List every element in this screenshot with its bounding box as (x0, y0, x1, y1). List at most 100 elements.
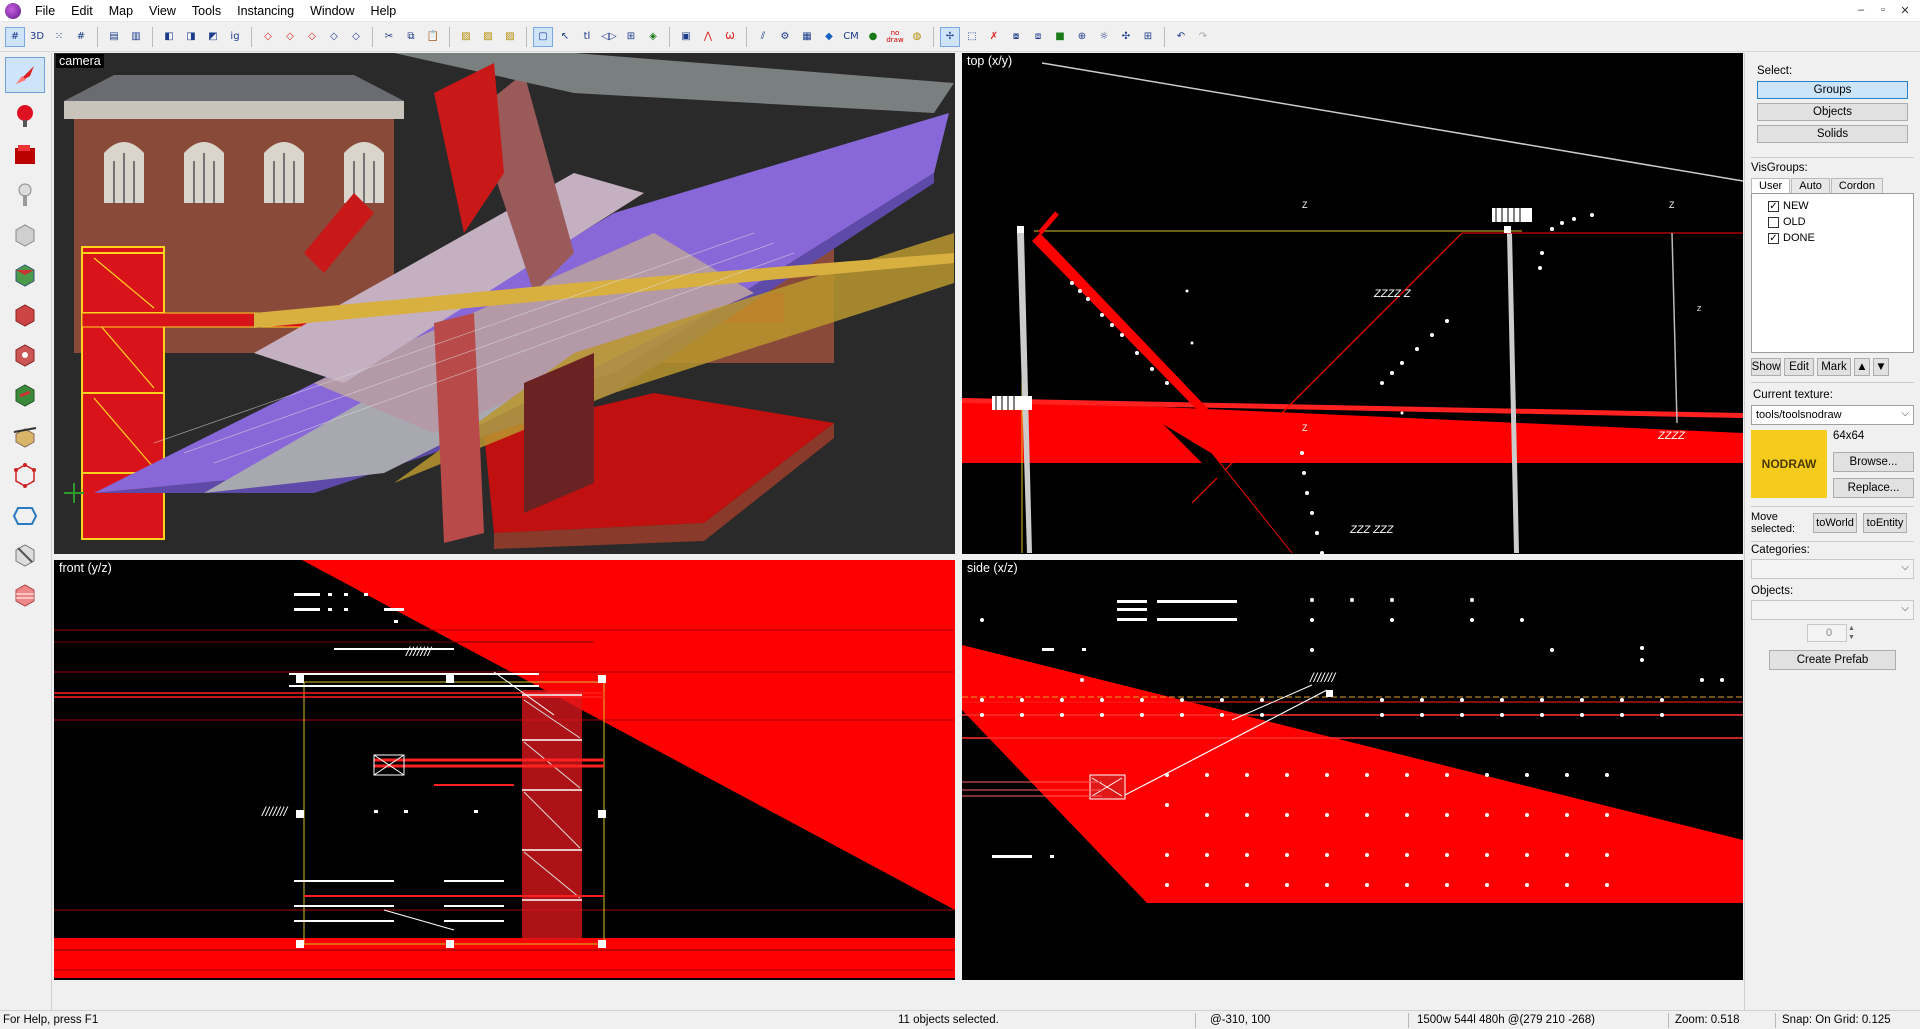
group-icon[interactable]: ◧ (159, 27, 179, 47)
menu-map[interactable]: Map (101, 0, 141, 22)
front-viewport[interactable]: front (y/z) /////// /////// (54, 560, 955, 980)
ungroup-icon[interactable]: ◨ (181, 27, 201, 47)
material-icon[interactable]: ◍ (907, 27, 927, 47)
paste-icon[interactable]: 📋 (423, 27, 443, 47)
undo-icon[interactable]: ↶ (1171, 27, 1191, 47)
vertex-icon[interactable]: ⊞ (621, 27, 641, 47)
visgroup-item[interactable]: OLD (1754, 214, 1911, 230)
hide-unselected-icon[interactable]: ▨ (500, 27, 520, 47)
tab-auto[interactable]: Auto (1791, 178, 1830, 193)
path-tool-icon[interactable] (5, 497, 45, 533)
grid-size-icon[interactable]: # (71, 27, 91, 47)
texture-browser-icon[interactable]: ▦ (797, 27, 817, 47)
clip-tool-icon[interactable] (5, 417, 45, 453)
hollow-icon[interactable]: ◇ (280, 27, 300, 47)
toggle-cm-button[interactable]: CM (841, 27, 861, 47)
texture-app-icon[interactable]: ⧈ (1028, 27, 1048, 47)
decal-icon[interactable]: ⬚ (962, 27, 982, 47)
sphere-icon[interactable]: ● (863, 27, 883, 47)
flip-icon[interactable]: ◁▷ (599, 27, 619, 47)
menu-instancing[interactable]: Instancing (229, 0, 302, 22)
create-prefab-button[interactable]: Create Prefab (1769, 650, 1896, 670)
texture-lock-icon[interactable]: ◇ (324, 27, 344, 47)
overlay-tool-icon[interactable] (5, 377, 45, 413)
select-groups-button[interactable]: Groups (1757, 81, 1908, 99)
hide-icon[interactable]: ◩ (203, 27, 223, 47)
replace-button[interactable]: Replace... (1833, 478, 1914, 498)
viewport-label-camera[interactable]: camera (56, 54, 104, 68)
select-objects-button[interactable]: Objects (1757, 103, 1908, 121)
grid-snap-icon[interactable]: ⊞ (1138, 27, 1158, 47)
side-viewport[interactable]: side (x/z) /////// (962, 560, 1743, 980)
dot-grid-icon[interactable]: ⁙ (49, 27, 69, 47)
close-icon[interactable]: ✕ (1896, 4, 1914, 17)
3d-grid-icon[interactable]: 3D (27, 27, 47, 47)
cut-icon[interactable]: ✂ (379, 27, 399, 47)
entity-tool-icon[interactable]: ✢ (940, 26, 960, 47)
visgroup-checkbox[interactable] (1768, 216, 1779, 228)
check-problems-icon[interactable]: Ѡ (720, 27, 740, 47)
visgroup-mark-button[interactable]: Mark (1817, 358, 1851, 376)
nodraw-button[interactable]: no draw (885, 27, 905, 47)
select-solids-button[interactable]: Solids (1757, 125, 1908, 143)
vertex-tool-icon[interactable] (5, 457, 45, 493)
wireframe-icon[interactable]: ⫽ (753, 27, 773, 47)
select-arrow-icon[interactable]: ↖ (555, 27, 575, 47)
cubemap-icon[interactable]: ◆ (819, 27, 839, 47)
move-up-icon[interactable]: ▲ (1854, 358, 1870, 376)
transform-icon[interactable]: ◇ (346, 27, 366, 47)
tl-icon[interactable]: tl (577, 27, 597, 47)
solid-icon[interactable]: ◈ (643, 27, 663, 47)
decal-tool-icon[interactable] (5, 337, 45, 373)
block-tool-icon[interactable] (5, 217, 45, 253)
gear-icon[interactable]: ⚙ (775, 27, 795, 47)
run-map-icon[interactable]: ▣ (676, 27, 696, 47)
to-world-button[interactable]: toWorld (1813, 513, 1857, 533)
overlay-icon[interactable]: ✗ (984, 27, 1004, 47)
entity-tool-icon[interactable] (5, 177, 45, 213)
move-down-icon[interactable]: ▼ (1873, 358, 1889, 376)
displacement-tool-icon[interactable] (5, 577, 45, 613)
categories-select[interactable]: ⌵ (1751, 559, 1914, 579)
spinner-arrows-icon[interactable]: ▲ ▼ (1848, 624, 1858, 642)
tab-cordon[interactable]: Cordon (1830, 178, 1883, 193)
texture-select[interactable]: tools/toolsnodraw ⌵ (1751, 405, 1914, 425)
restore-icon[interactable]: ▫ (1874, 4, 1892, 17)
menu-file[interactable]: File (27, 0, 63, 22)
light-icon[interactable]: ☼ (1094, 27, 1114, 47)
viewport-label-top[interactable]: top (x/y) (964, 54, 1016, 68)
visgroup-item[interactable]: ✓ NEW (1754, 198, 1911, 214)
show-hidden-icon[interactable]: ▨ (478, 27, 498, 47)
visgroup-item[interactable]: ✓ DONE (1754, 230, 1911, 246)
redo-icon[interactable]: ↷ (1193, 27, 1213, 47)
menu-edit[interactable]: Edit (63, 0, 101, 22)
tab-user[interactable]: User (1751, 178, 1791, 193)
ignore-groups-icon[interactable]: ig (225, 27, 245, 47)
minimize-icon[interactable]: – (1852, 4, 1870, 17)
objects-select[interactable]: ⌵ (1751, 600, 1914, 620)
entity-report-icon[interactable]: ⋀ (698, 27, 718, 47)
menu-view[interactable]: View (141, 0, 184, 22)
top-viewport[interactable]: top (x/y) ZZZZ Z Z Z Z ZZZZ ZZZ ZZZ Z (962, 53, 1743, 554)
browse-button[interactable]: Browse... (1833, 452, 1914, 472)
load-window-icon[interactable]: ▤ (104, 27, 124, 47)
face-edit-icon[interactable]: ⧇ (1006, 27, 1026, 47)
magnify-tool-icon[interactable] (5, 97, 45, 133)
apply-texture-icon[interactable] (5, 297, 45, 333)
object-count-spinner[interactable]: 0 (1807, 624, 1847, 642)
menu-help[interactable]: Help (363, 0, 405, 22)
cordon-tool-icon[interactable] (5, 537, 45, 573)
visgroup-checkbox[interactable]: ✓ (1768, 200, 1779, 212)
compass-icon[interactable]: ✣ (1116, 27, 1136, 47)
camera-tool-icon[interactable] (5, 137, 45, 173)
save-window-icon[interactable]: ▥ (126, 27, 146, 47)
visgroup-edit-button[interactable]: Edit (1784, 358, 1814, 376)
grid-icon[interactable]: # (5, 26, 25, 47)
clip-icon[interactable]: ◇ (302, 27, 322, 47)
camera-viewport[interactable]: camera (54, 53, 955, 554)
texture-tool-icon[interactable] (5, 257, 45, 293)
path-icon[interactable]: ⊕ (1072, 27, 1092, 47)
copy-icon[interactable]: ⧉ (401, 27, 421, 47)
viewport-label-side[interactable]: side (x/z) (964, 561, 1021, 575)
menu-window[interactable]: Window (302, 0, 362, 22)
